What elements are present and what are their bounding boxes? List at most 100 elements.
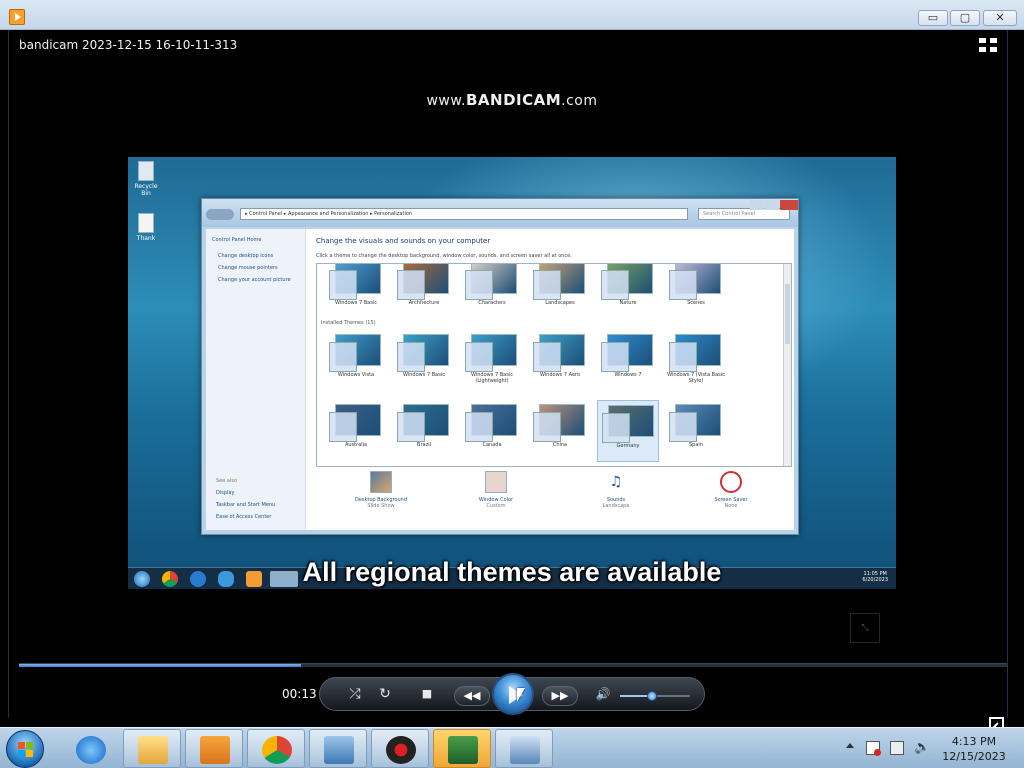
theme-color-swatch (602, 413, 630, 443)
cp-heading: Change the visuals and sounds on your co… (316, 237, 491, 245)
theme-color-swatch (533, 412, 561, 442)
theme-color-swatch (669, 342, 697, 372)
window-color-item: Window Color Custom (451, 471, 541, 509)
theme-item[interactable]: Windows 7 (Vista Basic Style) (665, 330, 727, 392)
mouse-cursor-icon (517, 688, 525, 702)
theme-label: Spain (689, 442, 703, 448)
theme-item[interactable]: Windows 7 Aero (529, 330, 591, 392)
taskbar-item-control-panel[interactable] (309, 729, 367, 768)
theme-color-swatch (397, 342, 425, 372)
theme-item[interactable]: Landscapes (529, 264, 591, 320)
shuffle-button[interactable]: ⤮ (344, 686, 366, 702)
file-title: bandicam 2023-12-15 16-10-11-313 (19, 38, 238, 52)
windows-taskbar: 🔈 4:13 PM 12/15/2023 (0, 727, 1024, 768)
screen-saver-item: Screen Saver None (686, 471, 776, 509)
previous-button[interactable]: ◀◀ (454, 686, 490, 706)
taskbar-item-remote-desktop[interactable] (433, 729, 491, 768)
elapsed-time: 00:13 (282, 687, 317, 701)
theme-item[interactable]: Scenes (665, 264, 727, 320)
system-clock[interactable]: 4:13 PM 12/15/2023 (936, 734, 1012, 764)
video-fullscreen-hint-icon: ⤡ (850, 613, 880, 643)
volume-slider[interactable] (620, 691, 690, 701)
stop-button[interactable]: ■ (416, 686, 438, 702)
theme-color-swatch (669, 412, 697, 442)
switch-view-icon[interactable] (979, 38, 997, 52)
video-subtitle: All regional themes are available (302, 557, 722, 587)
theme-color-swatch (397, 412, 425, 442)
taskbar-item-ie[interactable] (61, 729, 119, 768)
network-icon[interactable] (890, 741, 904, 755)
control-panel-sidebar: Control Panel Home Change desktop icons … (206, 229, 306, 530)
theme-item[interactable]: Germany (597, 400, 659, 462)
theme-settings-row: Desktop Background Slide Show Window Colo… (316, 471, 792, 531)
bandicam-icon (386, 736, 416, 764)
minimize-button[interactable]: ▭ (918, 10, 948, 26)
mute-button[interactable]: 🔊 (592, 686, 614, 702)
media-player-icon (200, 736, 230, 764)
theme-item[interactable]: Nature (597, 264, 659, 320)
cp-link-account-picture: Change your account picture (218, 277, 291, 283)
video-frame[interactable]: www.BANDICAM.com Recycle Bin Thank ▸ Con… (128, 85, 896, 661)
theme-label: Windows 7 Basic (335, 300, 377, 306)
seek-bar[interactable] (19, 663, 1007, 667)
theme-item[interactable]: Characters (461, 264, 523, 320)
theme-item[interactable]: Windows Vista (325, 330, 387, 392)
theme-color-swatch (533, 270, 561, 300)
media-player-icon (9, 9, 25, 25)
theme-color-swatch (329, 342, 357, 372)
back-forward-icon (206, 209, 234, 220)
taskbar-item-explorer[interactable] (123, 729, 181, 768)
volume-knob[interactable] (646, 691, 657, 701)
show-hidden-icons-icon[interactable] (846, 743, 854, 748)
control-panel-icon (324, 736, 354, 764)
repeat-button[interactable]: ↻ (374, 686, 396, 702)
taskbar-item-bandicam[interactable] (371, 729, 429, 768)
next-button[interactable]: ▶▶ (542, 686, 578, 706)
taskbar-item-keyboard[interactable] (495, 729, 553, 768)
close-button[interactable]: ✕ (983, 10, 1017, 26)
watermark: www.BANDICAM.com (426, 91, 598, 109)
play-button[interactable] (492, 673, 534, 715)
chrome-icon (262, 736, 292, 764)
theme-item[interactable]: Brazil (393, 400, 455, 462)
theme-label: Nature (619, 300, 637, 306)
cp-link-mouse-pointers: Change mouse pointers (218, 265, 278, 271)
themes-scrollbar (783, 264, 791, 466)
control-panel-main: Change the visuals and sounds on your co… (314, 229, 792, 531)
volume-tray-icon[interactable]: 🔈 (914, 741, 930, 755)
theme-color-swatch (669, 270, 697, 300)
theme-item[interactable]: Canada (461, 400, 523, 462)
theme-item[interactable]: Australia (325, 400, 387, 462)
taskbar-item-media-player[interactable] (185, 729, 243, 768)
window-titlebar: ▭ ▢ ✕ (0, 0, 1024, 30)
cp-close-icon (780, 200, 798, 210)
taskbar-item-chrome[interactable] (247, 729, 305, 768)
theme-label: China (552, 442, 568, 448)
desktop-background-item: Desktop Background Slide Show (336, 471, 426, 509)
cp-minimize-icon (750, 200, 764, 210)
theme-item[interactable]: Windows 7 Basic (Lightweight) (461, 330, 523, 392)
maximize-button[interactable]: ▢ (950, 10, 980, 26)
theme-item[interactable]: Windows 7 Basic (393, 330, 455, 392)
start-button[interactable] (6, 730, 44, 768)
installed-themes-label: Installed Themes (15) (321, 320, 376, 326)
action-center-icon[interactable] (866, 741, 881, 756)
themes-gallery: Windows 7 Basic Architecture Characters Lan… (316, 263, 792, 467)
address-bar: ▸ Control Panel ▸ Appearance and Persona… (240, 208, 688, 220)
theme-item[interactable]: Spain (665, 400, 727, 462)
ie-icon (76, 736, 106, 764)
theme-color-swatch (533, 342, 561, 372)
theme-label: Landscapes (545, 300, 575, 306)
theme-label: Architecture (408, 300, 440, 306)
control-panel-body: Control Panel Home Change desktop icons … (206, 229, 794, 530)
theme-item[interactable]: Windows 7 (597, 330, 659, 392)
theme-label: Windows 7 Aero (539, 372, 581, 378)
theme-item[interactable]: Windows 7 Basic (325, 264, 387, 320)
theme-label: Australia (344, 442, 368, 448)
theme-item[interactable]: Architecture (393, 264, 455, 320)
theme-item[interactable]: China (529, 400, 591, 462)
theme-label: Windows Vista (337, 372, 375, 378)
theme-color-swatch (329, 270, 357, 300)
seek-progress (19, 664, 301, 667)
control-panel-titlebar: ▸ Control Panel ▸ Appearance and Persona… (202, 199, 798, 227)
